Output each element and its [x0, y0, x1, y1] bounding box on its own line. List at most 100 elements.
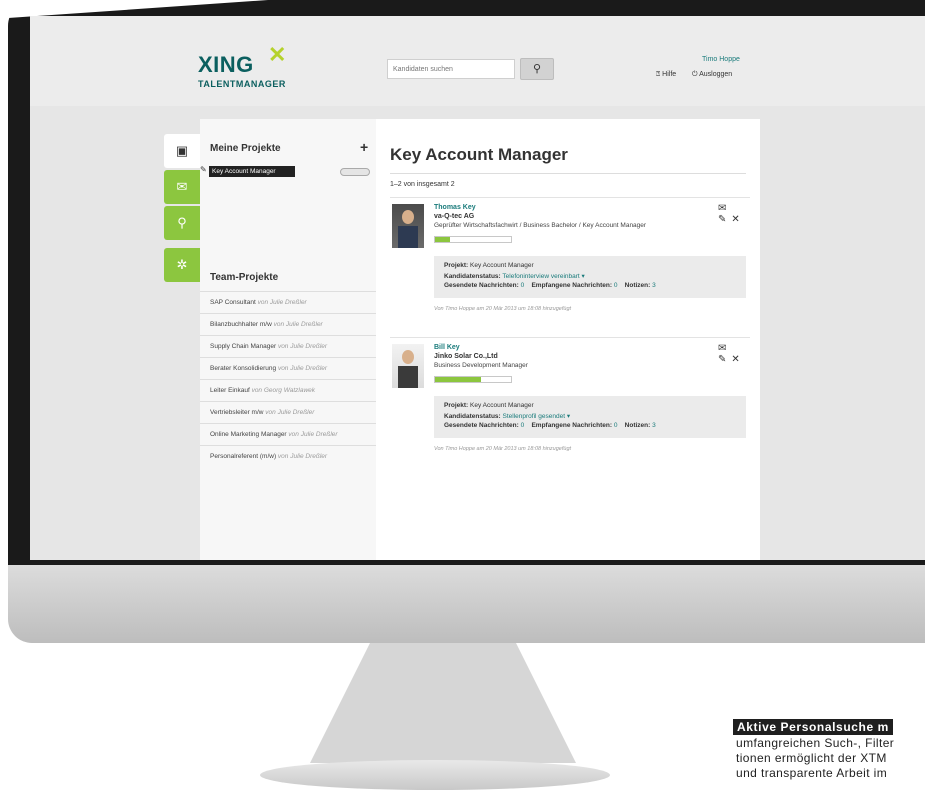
team-project-owner: von Julie Dreßler [288, 431, 338, 438]
help-icon: ⍰ [656, 71, 661, 78]
added-by: Von Timo Hoppe am 20 Mär 2013 um 18:08 h… [434, 446, 572, 452]
divider [390, 173, 746, 174]
project-label: Projekt: [444, 402, 469, 409]
gear-icon: ✲ [176, 257, 188, 272]
received-count[interactable]: 0 [614, 422, 618, 429]
remove-icon[interactable]: ✕ [731, 214, 744, 225]
team-project-name: Vertriebsleiter m/w [210, 409, 264, 416]
magnifier-icon: ⚲ [532, 63, 542, 75]
team-project-name: Leiter Einkauf [210, 387, 250, 394]
candidate-name[interactable]: Bill Key [434, 344, 460, 351]
candidate-project-box: Projekt: Key Account Manager Kandidatens… [434, 396, 746, 438]
team-project-item[interactable]: Online Marketing Manager von Julie Dreßl… [200, 423, 376, 445]
candidate-actions: ✉✎✕ [718, 203, 750, 225]
envelope-icon: ✉ [176, 179, 188, 194]
team-project-name: Berater Konsolidierung [210, 365, 277, 372]
tab-search[interactable]: ⚲ [164, 206, 200, 240]
team-project-name: Bilanzbuchhalter m/w [210, 321, 272, 328]
team-project-item[interactable]: Bilanzbuchhalter m/w von Julie Dreßler [200, 313, 376, 335]
team-project-owner: von Julie Dreßler [277, 453, 328, 460]
tab-settings[interactable]: ✲ [164, 248, 200, 282]
projects-panel: Meine Projekte + ✎ Key Account Manager T… [200, 119, 376, 560]
team-project-name: SAP Consultant [210, 299, 256, 306]
status-dropdown[interactable]: Telefoninterview vereinbart ▾ [502, 273, 584, 280]
edit-icon[interactable]: ✎ [718, 214, 731, 225]
candidate-title: Geprüfter Wirtschaftsfachwirt / Business… [434, 222, 647, 229]
caption-line: umfangreichen Such-, Filter [736, 736, 895, 750]
candidate-title: Business Development Manager [434, 362, 528, 369]
tab-messages[interactable]: ✉ [164, 170, 200, 204]
project-value: Key Account Manager [470, 402, 534, 409]
caption-line: und transparente Arbeit im [736, 766, 888, 780]
message-icon[interactable]: ✉ [718, 203, 731, 214]
app-header: XING ✕ TALENTMANAGER Kandidaten suchen ⚲… [30, 16, 925, 106]
sent-count[interactable]: 0 [521, 282, 525, 289]
user-name-link[interactable]: Timo Hoppe [702, 56, 740, 63]
logout-link[interactable]: ⏻ Ausloggen [692, 71, 732, 79]
progress-fill [435, 237, 451, 242]
sent-count[interactable]: 0 [521, 422, 525, 429]
notes-count[interactable]: 3 [652, 422, 656, 429]
help-label: Hilfe [662, 71, 677, 78]
notes-label: Notizen: [624, 282, 651, 289]
team-project-item[interactable]: Berater Konsolidierung von Julie Dreßler [200, 357, 376, 379]
help-link[interactable]: ⍰ Hilfe [656, 71, 676, 79]
monitor-stand-base [260, 760, 610, 790]
candidate-progress-bar [434, 376, 512, 383]
power-icon: ⏻ [692, 71, 698, 78]
team-project-item[interactable]: Personalreferent (m/w) von Julie Dreßler [200, 445, 376, 467]
notes-count[interactable]: 3 [652, 282, 656, 289]
add-project-button[interactable]: + [360, 139, 368, 155]
remove-icon[interactable]: ✕ [731, 354, 744, 365]
edit-icon[interactable]: ✎ [718, 354, 731, 365]
candidate-company: va-Q-tec AG [434, 213, 475, 220]
team-project-name: Online Marketing Manager [210, 431, 287, 438]
project-detail: Key Account Manager 1–2 von insgesamt 2 … [376, 119, 760, 560]
team-project-owner: von Julie Dreßler [277, 343, 328, 350]
side-tabs: ▣ ✉ ⚲ ✲ [164, 134, 200, 284]
page-title: Key Account Manager [390, 145, 568, 164]
candidate-company: Jinko Solar Co.,Ltd [434, 353, 498, 360]
team-project-item[interactable]: Leiter Einkauf von Georg Watzlawek [200, 379, 376, 401]
received-count[interactable]: 0 [614, 282, 618, 289]
logout-label: Ausloggen [699, 71, 733, 78]
tab-projects[interactable]: ▣ [164, 134, 200, 168]
project-item-key-account-manager[interactable]: Key Account Manager [209, 166, 295, 177]
team-projects-title: Team-Projekte [210, 272, 279, 283]
team-project-owner: von Julie Dreßler [257, 299, 307, 306]
clipboard-icon: ▣ [175, 143, 189, 158]
candidate-name[interactable]: Thomas Key [434, 204, 476, 211]
team-project-owner: von Julie Dreßler [273, 321, 323, 328]
received-label: Empfangene Nachrichten: [531, 282, 612, 289]
message-icon[interactable]: ✉ [718, 343, 731, 354]
candidate-search-input[interactable]: Kandidaten suchen [387, 59, 515, 79]
candidate-actions: ✉✎✕ [718, 343, 750, 365]
imac-monitor: XING ✕ TALENTMANAGER Kandidaten suchen ⚲… [8, 0, 925, 643]
status-label: Kandidatenstatus: [444, 413, 501, 420]
my-projects-title: Meine Projekte [210, 143, 281, 154]
caption-text: Aktive Personalsuche m umfangreichen Suc… [733, 718, 925, 794]
team-project-item[interactable]: Supply Chain Manager von Julie Dreßler [200, 335, 376, 357]
received-label: Empfangene Nachrichten: [531, 422, 612, 429]
candidate-photo[interactable] [392, 204, 424, 248]
candidate-photo[interactable] [392, 344, 424, 388]
pencil-icon: ✎ [200, 165, 207, 174]
xing-logo-mark: ✕ [268, 42, 287, 67]
sent-label: Gesendete Nachrichten: [444, 282, 519, 289]
team-project-owner: von Georg Watzlawek [251, 387, 316, 394]
team-project-item[interactable]: SAP Consultant von Julie Dreßler [200, 291, 376, 313]
team-project-item[interactable]: Vertriebsleiter m/w von Julie Dreßler [200, 401, 376, 423]
search-button[interactable]: ⚲ [520, 58, 554, 80]
team-project-owner: von Julie Dreßler [265, 409, 315, 416]
progress-fill [435, 377, 481, 382]
xing-logo[interactable]: XING [198, 52, 254, 78]
search-icon: ⚲ [177, 215, 187, 230]
notes-label: Notizen: [624, 422, 651, 429]
status-dropdown[interactable]: Stellenprofil gesendet ▾ [503, 413, 571, 420]
candidate-card: Bill Key Jinko Solar Co.,Ltd Business De… [390, 337, 750, 466]
logo-subtitle: TALENTMANAGER [198, 79, 286, 89]
team-project-name: Personalreferent (m/w) [210, 453, 277, 460]
team-project-owner: von Julie Dreßler [277, 365, 328, 372]
added-by: Von Timo Hoppe am 20 Mär 2013 um 18:08 h… [434, 306, 572, 312]
team-project-name: Supply Chain Manager [210, 343, 277, 350]
